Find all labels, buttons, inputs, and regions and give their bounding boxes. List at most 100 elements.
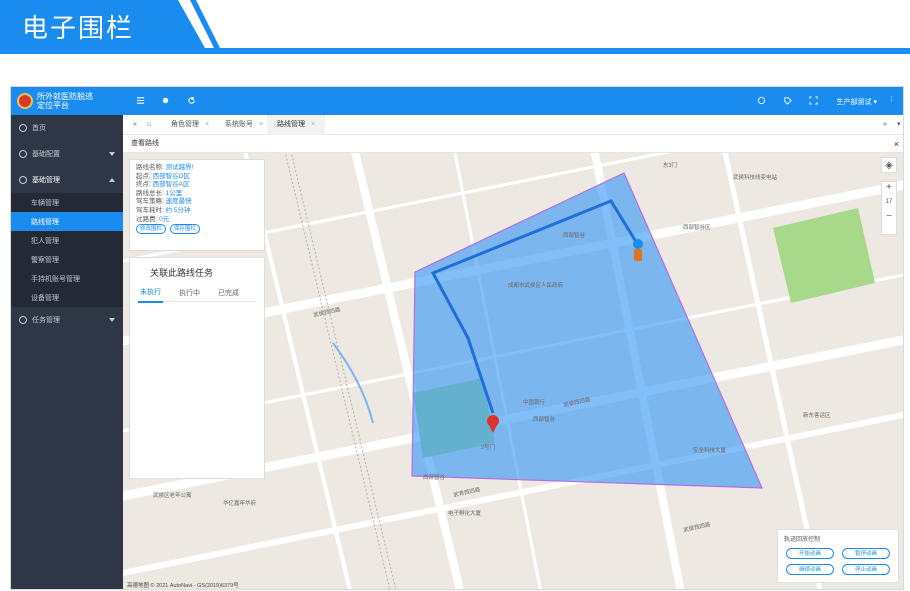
route-toll-row: 过路费: 0元 — [136, 216, 258, 225]
tabs-menu-icon[interactable]: ▾ — [887, 115, 903, 135]
related-task-panel: 关联此路线任务 未执行 执行中 已完成 — [129, 257, 265, 479]
settings-icon — [19, 176, 27, 184]
close-icon[interactable]: × — [205, 121, 209, 128]
app-name-line2: 定位平台 — [37, 101, 69, 110]
chevron-down-icon — [109, 318, 115, 322]
tab-label: 角色管理 — [171, 121, 199, 128]
route-info-panel: 路线名称: 测试越界! 起点: 西部智谷D区 终点: 西部智谷A区 路线总长: … — [129, 159, 265, 251]
map-label: 安全科技大厦 — [693, 448, 727, 454]
start-animation-button[interactable]: 开始动画 — [786, 548, 834, 559]
save-fence-button[interactable]: 保存围栏 — [169, 224, 200, 235]
chevron-down-icon — [109, 152, 115, 156]
label: 过路费: — [136, 215, 158, 223]
playback-control-panel: 轨迹回放控制 开始动画 暂停动画 继续动画 停止动画 — [777, 529, 899, 583]
sidebar-item-vehicles[interactable]: 车辆管理 — [11, 193, 123, 212]
label: 路线名称: — [136, 164, 164, 171]
sidebar-item-handheld-accounts[interactable]: 手持机账号管理 — [11, 269, 123, 288]
tab-not-executed[interactable]: 未执行 — [138, 283, 163, 303]
view-header: 查看路线 × — [123, 135, 903, 153]
app-logo: 所外就医防脱逃 定位平台 — [11, 87, 123, 115]
refresh-icon[interactable] — [187, 96, 196, 105]
banner-divider — [0, 48, 910, 54]
map-label: 西部智谷 — [563, 233, 586, 239]
route-end-row: 终点: 西部智谷A区 — [136, 181, 258, 190]
route-name-row: 路线名称: 测试越界! — [136, 164, 258, 173]
fullscreen-icon[interactable] — [809, 96, 818, 105]
tab-executing[interactable]: 执行中 — [177, 284, 202, 302]
page-banner: 电子围栏 — [0, 0, 910, 56]
sidebar-item-label: 任务管理 — [32, 317, 60, 324]
close-icon[interactable]: × — [894, 135, 899, 153]
tab-label: 路线管理 — [277, 121, 305, 128]
fence-actions: 修改围栏 保存围栏 — [136, 224, 258, 235]
zoom-control: + 17 − — [881, 181, 897, 235]
tab-role-management[interactable]: 角色管理 × — [161, 115, 219, 135]
edit-fence-button[interactable]: 修改围栏 — [136, 224, 167, 235]
view-title: 查看路线 — [131, 140, 159, 147]
resume-animation-button[interactable]: 继续动画 — [786, 564, 834, 575]
sidebar-item-task-management[interactable]: 任务管理 — [11, 307, 123, 333]
home-icon — [19, 124, 27, 132]
sidebar-item-prisoners[interactable]: 犯人管理 — [11, 231, 123, 250]
map-label: 2号门 — [481, 445, 496, 451]
close-icon[interactable]: × — [259, 121, 263, 128]
map-label: 成都市武侯区人民政府 — [508, 283, 564, 289]
tab-completed[interactable]: 已完成 — [216, 284, 241, 302]
sidebar-item-label: 首页 — [32, 125, 46, 132]
route-strategy: 速度最快 — [165, 198, 192, 206]
label: 起点: — [136, 172, 151, 180]
map-label: 东3门 — [663, 163, 678, 169]
vehicle-marker — [633, 239, 643, 261]
app-window: 所外就医防脱逃 定位平台 首页 基础配置 基础管理 车辆管理 路线管理 犯人管理… — [10, 86, 904, 590]
settings-icon — [19, 150, 27, 158]
sidebar-item-basic-config[interactable]: 基础配置 — [11, 141, 123, 167]
map-label: 西部智谷 — [533, 417, 556, 423]
close-icon[interactable]: × — [311, 121, 315, 128]
circle-icon[interactable] — [161, 96, 170, 105]
map-view[interactable]: 东3门 武侯科技线变电站 西部智谷区 成都市武侯区人民政府 武侯西四路 武侯西四… — [123, 153, 903, 589]
pause-animation-button[interactable]: 暂停动画 — [842, 548, 890, 559]
playback-title: 轨迹回放控制 — [784, 537, 821, 543]
sidebar: 所外就医防脱逃 定位平台 首页 基础配置 基础管理 车辆管理 路线管理 犯人管理… — [11, 87, 123, 589]
label: 路线总长: — [136, 189, 164, 197]
home-tab-icon[interactable]: ⌂ — [137, 115, 161, 135]
map-label: 武侯科技线变电站 — [733, 175, 778, 181]
layers-button[interactable]: ◈ — [881, 157, 897, 173]
sidebar-item-devices[interactable]: 设备管理 — [11, 288, 123, 307]
sidebar-item-routes[interactable]: 路线管理 — [11, 212, 123, 231]
tab-bar: « ⌂ 角色管理 × 系统账号 × 路线管理 × » ▾ — [123, 115, 903, 135]
sidebar-item-home[interactable]: 首页 — [11, 115, 123, 141]
police-emblem-icon — [17, 93, 33, 109]
zoom-out-button[interactable]: − — [882, 211, 896, 222]
menu-toggle-icon[interactable] — [136, 96, 145, 105]
map-attribution: 高德地图 © 2021 AutoNavi - GS(2019)6379号 — [127, 583, 239, 589]
zoom-level: 17 — [885, 199, 893, 205]
settings-icon — [19, 316, 27, 324]
user-menu[interactable]: 生产部测试 ▾ — [837, 97, 877, 107]
tab-label: 系统账号 — [225, 121, 253, 128]
route-start: 西部智谷D区 — [152, 172, 190, 180]
top-toolbar: 生产部测试 ▾ ⋮ — [123, 87, 903, 115]
theme-icon[interactable] — [757, 96, 766, 105]
zoom-in-button[interactable]: + — [882, 182, 896, 193]
sidebar-item-basic-management[interactable]: 基础管理 — [11, 167, 123, 193]
app-name: 所外就医防脱逃 定位平台 — [37, 92, 93, 110]
tab-route-management[interactable]: 路线管理 × — [267, 115, 326, 135]
route-end: 西部智谷A区 — [152, 181, 190, 189]
route-strategy-row: 驾车策略: 速度最快 — [136, 198, 258, 207]
label: 驾车策略: — [136, 198, 164, 206]
tab-system-account[interactable]: 系统账号 × — [215, 115, 273, 135]
route-toll: 0元 — [159, 215, 170, 223]
route-name: 测试越界! — [165, 164, 194, 171]
park-area — [773, 208, 875, 303]
rail-line — [290, 153, 397, 589]
sidebar-item-police[interactable]: 警察管理 — [11, 250, 123, 269]
layers-icon: ◈ — [885, 160, 893, 171]
route-time: 约 5分钟 — [165, 206, 191, 214]
tag-icon[interactable] — [783, 96, 792, 105]
more-icon[interactable]: ⋮ — [888, 95, 895, 103]
map-label: 西部智谷区 — [683, 225, 711, 231]
map-label: 华亿嘉年华府 — [223, 501, 257, 507]
sidebar-item-label: 基础配置 — [32, 151, 60, 158]
stop-animation-button[interactable]: 停止动画 — [842, 564, 890, 575]
